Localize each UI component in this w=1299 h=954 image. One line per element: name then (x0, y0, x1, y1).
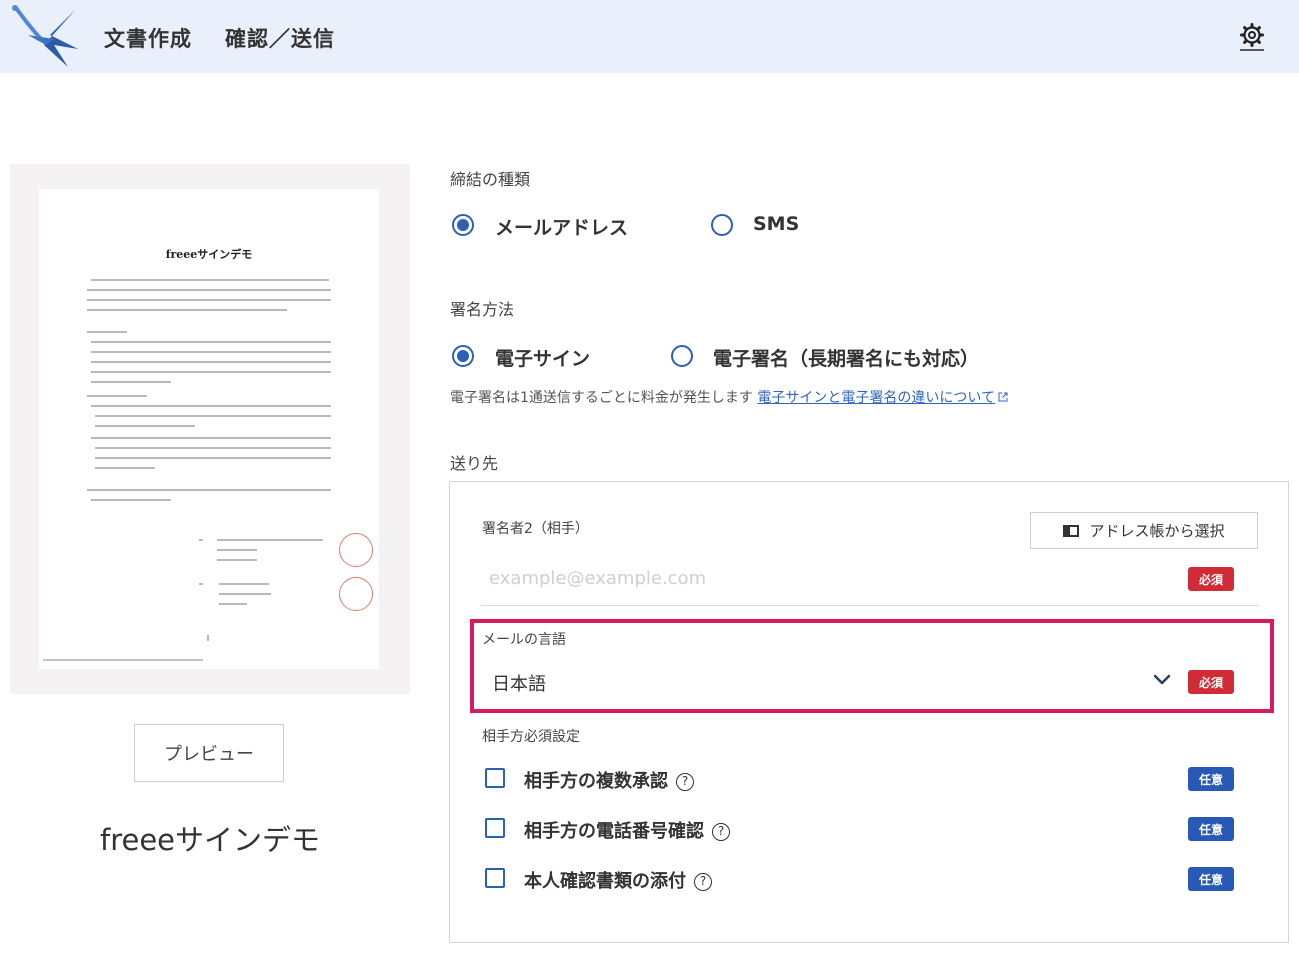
checkbox-id-document-label[interactable]: 本人確認書類の添付 (524, 871, 686, 892)
language-required-badge: 必須 (1188, 670, 1234, 694)
help-icon[interactable]: ? (712, 823, 730, 841)
mail-language-label: メールの言語 (482, 632, 566, 648)
radio-sms[interactable] (711, 214, 733, 236)
checkbox-multiple-approval-label[interactable]: 相手方の複数承認 (524, 771, 668, 792)
checkbox-id-document-row[interactable]: 本人確認書類の添付? (524, 867, 712, 893)
checkbox-phone-verification-row[interactable]: 相手方の電話番号確認? (524, 817, 730, 843)
address-book-icon (1063, 524, 1080, 537)
preview-button[interactable]: プレビュー (134, 724, 284, 782)
gear-icon[interactable] (1238, 22, 1266, 52)
radio-electronic-sign-label[interactable]: 電子サイン (495, 344, 590, 371)
help-icon[interactable]: ? (676, 773, 694, 791)
optional-badge: 任意 (1188, 867, 1234, 891)
optional-badge: 任意 (1188, 817, 1234, 841)
email-required-badge: 必須 (1188, 567, 1234, 591)
signing-method-label: 署名方法 (450, 300, 515, 319)
document-name: freeeサインデモ (99, 823, 321, 857)
document-thumbnail: freeeサインデモ (39, 189, 379, 669)
checkbox-id-document[interactable] (485, 868, 505, 888)
address-book-button-label: アドレス帳から選択 (1089, 522, 1225, 540)
email-field[interactable] (481, 562, 1181, 594)
chevron-down-icon[interactable] (1152, 672, 1172, 688)
document-preview-panel: freeeサインデモ (10, 164, 410, 694)
radio-email[interactable] (452, 214, 474, 236)
checkbox-phone-verification-label[interactable]: 相手方の電話番号確認 (524, 821, 704, 842)
app-header: 文書作成 確認／送信 (0, 0, 1299, 73)
signer-label: 署名者2（相手） (482, 521, 589, 537)
mail-language-select[interactable]: 日本語 (481, 666, 1171, 700)
help-icon[interactable]: ? (694, 873, 712, 891)
external-link-icon (998, 392, 1008, 402)
sign-vs-signature-link[interactable]: 電子サインと電子署名の違いについて (757, 390, 1008, 406)
checkbox-phone-verification[interactable] (485, 818, 505, 838)
email-field-underline (481, 605, 1258, 606)
breadcrumb-next-step: 確認／送信 (225, 27, 335, 51)
recipient-settings-label: 相手方必須設定 (482, 729, 580, 745)
freee-sign-logo-icon[interactable] (10, 5, 82, 67)
breadcrumb-current-step: 文書作成 (104, 27, 192, 51)
checkbox-multiple-approval[interactable] (485, 768, 505, 788)
radio-digital-signature[interactable] (671, 345, 693, 367)
radio-email-label[interactable]: メールアドレス (495, 213, 628, 240)
radio-digital-signature-label[interactable]: 電子署名（長期署名にも対応） (713, 344, 979, 371)
mail-language-value: 日本語 (492, 674, 546, 695)
address-book-button[interactable]: アドレス帳から選択 (1030, 512, 1258, 549)
destination-label: 送り先 (450, 454, 499, 473)
seal-stamp-2 (339, 577, 373, 611)
radio-electronic-sign[interactable] (452, 345, 474, 367)
signing-fee-note: 電子署名は1通送信するごとに料金が発生します 電子サインと電子署名の違いについて (450, 387, 1008, 407)
document-footer-line (43, 659, 203, 661)
seal-stamp-1 (339, 533, 373, 567)
contract-type-label: 締結の種類 (450, 170, 531, 189)
optional-badge: 任意 (1188, 767, 1234, 791)
signing-fee-note-text: 電子署名は1通送信するごとに料金が発生します (450, 390, 753, 406)
radio-sms-label[interactable]: SMS (753, 213, 799, 235)
sign-vs-signature-link-text[interactable]: 電子サインと電子署名の違いについて (757, 390, 995, 406)
checkbox-multiple-approval-row[interactable]: 相手方の複数承認? (524, 767, 694, 793)
document-thumbnail-title: freeeサインデモ (165, 248, 253, 261)
